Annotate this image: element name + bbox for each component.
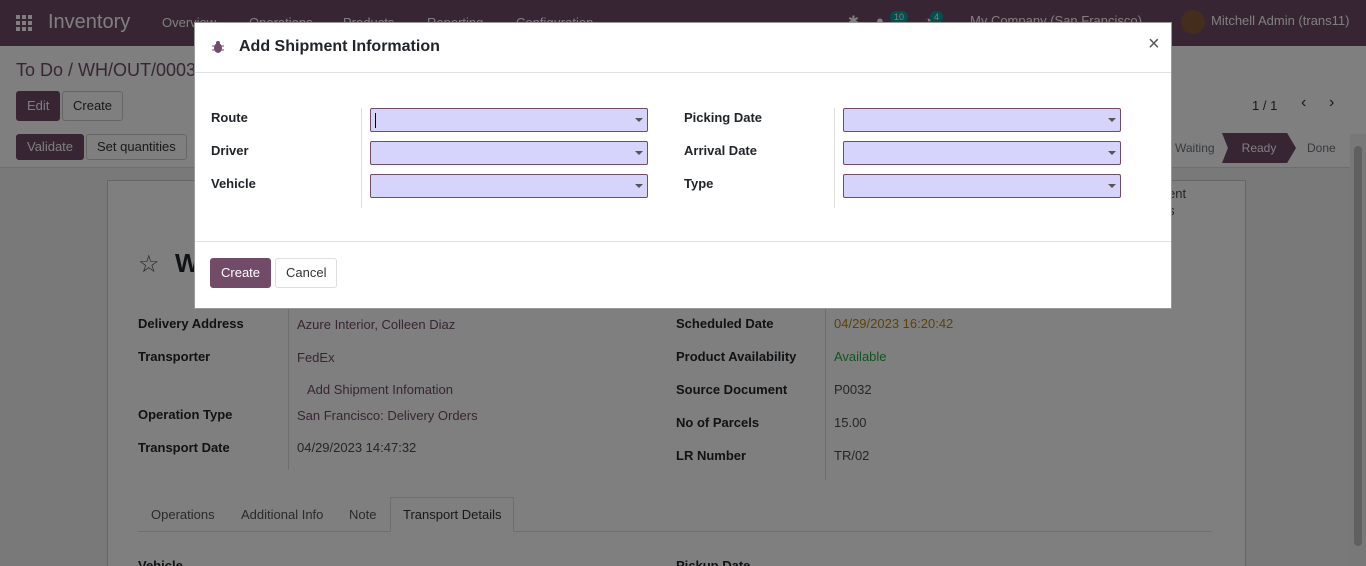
type-label: Type (684, 176, 714, 191)
modal-header: Add Shipment Information × (195, 23, 1171, 73)
route-select[interactable] (370, 108, 648, 132)
field-separator (361, 108, 362, 208)
vehicle-select[interactable] (370, 174, 648, 198)
chevron-down-icon (635, 184, 643, 188)
text-cursor (375, 113, 376, 128)
driver-label: Driver (211, 143, 249, 158)
bug-icon (212, 41, 224, 53)
chevron-down-icon (635, 151, 643, 155)
picking-date-field[interactable] (843, 108, 1121, 132)
driver-select[interactable] (370, 141, 648, 165)
picking-date-label: Picking Date (684, 110, 763, 125)
create-button[interactable]: Create (210, 258, 272, 288)
chevron-down-icon (1108, 118, 1116, 122)
route-label: Route (211, 110, 248, 125)
cancel-button[interactable]: Cancel (275, 258, 338, 288)
chevron-down-icon (635, 118, 643, 122)
arrival-date-label: Arrival Date (684, 143, 757, 158)
vehicle-label: Vehicle (211, 176, 256, 191)
field-separator (834, 108, 835, 208)
modal-footer: Create Cancel (195, 241, 1171, 309)
close-icon[interactable]: × (1148, 33, 1160, 56)
arrival-date-field[interactable] (843, 141, 1121, 165)
chevron-down-icon (1108, 184, 1116, 188)
add-shipment-dialog: Add Shipment Information × Route Driver … (194, 22, 1172, 309)
type-select[interactable] (843, 174, 1121, 198)
chevron-down-icon (1108, 151, 1116, 155)
modal-title: Add Shipment Information (239, 38, 440, 55)
